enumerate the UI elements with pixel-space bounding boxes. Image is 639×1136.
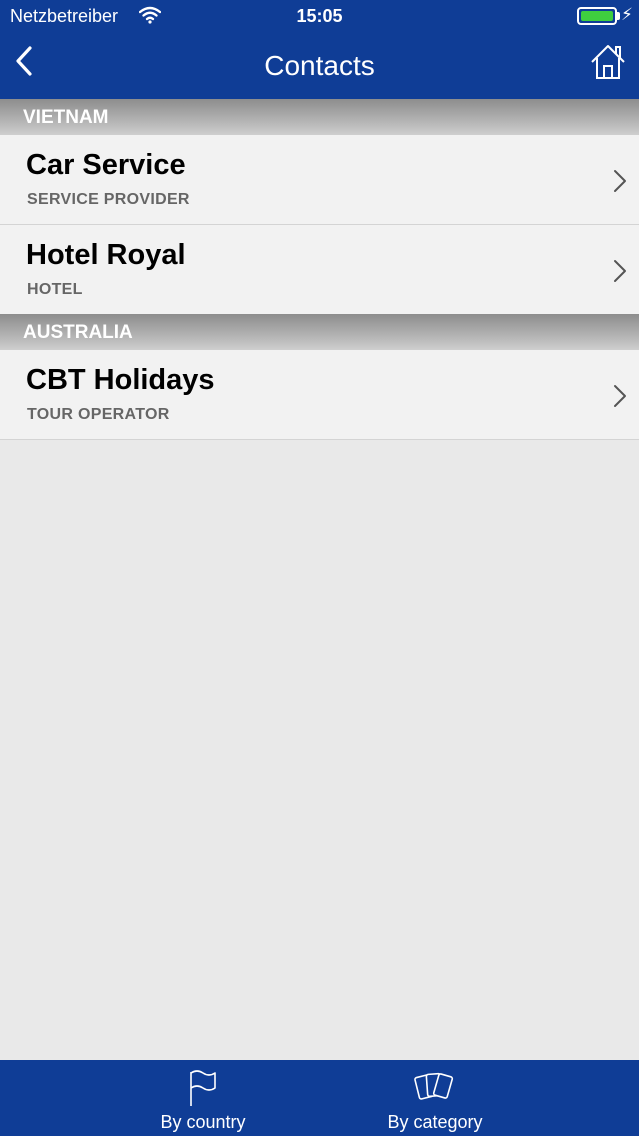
- cards-icon: [414, 1072, 454, 1100]
- tab-label: By category: [387, 1112, 483, 1132]
- battery-level: [581, 11, 613, 21]
- list-item-subtitle: TOUR OPERATOR: [27, 406, 170, 423]
- page-title: Contacts: [264, 50, 375, 81]
- list-item-hotel-royal[interactable]: Hotel Royal HOTEL: [0, 225, 639, 315]
- chevron-right-icon: [614, 260, 626, 282]
- list-item-car-service[interactable]: Car Service SERVICE PROVIDER: [0, 135, 639, 225]
- clock: 15:05: [296, 6, 343, 26]
- flag-icon: [190, 1070, 216, 1106]
- home-button[interactable]: [588, 42, 628, 82]
- list-item-subtitle: SERVICE PROVIDER: [27, 191, 190, 208]
- battery-cap: [617, 12, 620, 20]
- chevron-right-icon: [614, 385, 626, 407]
- battery-icon: [577, 7, 617, 25]
- chevron-right-icon: [614, 170, 626, 192]
- list-item-cbt-holidays[interactable]: CBT Holidays TOUR OPERATOR: [0, 350, 639, 440]
- section-header-vietnam: VIETNAM: [0, 99, 639, 135]
- status-bar: Netzbetreiber 15:05 ⚡: [0, 0, 639, 34]
- list-item-subtitle: HOTEL: [27, 281, 83, 298]
- tab-by-country[interactable]: By country: [88, 1060, 318, 1136]
- list-item-title: Hotel Royal: [26, 239, 186, 271]
- home-icon: [591, 45, 625, 79]
- list-item-title: Car Service: [26, 149, 186, 181]
- tab-by-category[interactable]: By category: [320, 1060, 550, 1136]
- section-header-australia: AUSTRALIA: [0, 314, 639, 350]
- tab-label: By country: [160, 1112, 246, 1132]
- list-item-title: CBT Holidays: [26, 364, 215, 396]
- tab-bar: By country By category: [0, 1060, 639, 1136]
- top-bar: Netzbetreiber 15:05 ⚡ Contacts: [0, 0, 639, 99]
- charging-icon: ⚡: [621, 5, 633, 24]
